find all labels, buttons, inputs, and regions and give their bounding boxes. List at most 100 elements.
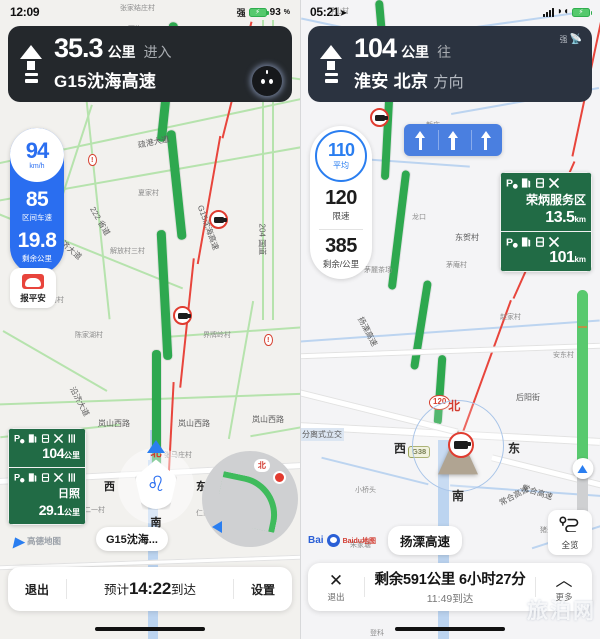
service-sign-2-distance: 101km	[506, 249, 586, 267]
lane-2	[437, 124, 468, 156]
service-sign-2-distance: 29.1公里	[14, 501, 80, 520]
robot-assistant-icon[interactable]	[252, 66, 282, 96]
average-speed-dial: 110 平均	[315, 130, 367, 182]
location-arrow-icon: ➤	[339, 8, 348, 19]
progress-arrow-icon	[577, 464, 588, 473]
left-service-area-signs[interactable]: P 104公里 P 日照 29.1公里	[8, 428, 86, 525]
left-settings-button[interactable]: 设置	[234, 581, 292, 598]
right-speed-widget[interactable]: 110 平均 120 限速 385 剩余/公里	[310, 126, 372, 279]
svg-text:P: P	[506, 236, 513, 248]
remaining-distance-block: 385 剩余/公里	[310, 236, 372, 270]
left-brand-logo: 高德地图	[10, 535, 61, 547]
service-sign-1-unit: 公里	[64, 451, 80, 460]
compass-east: 东	[507, 441, 520, 456]
service-sign-1-value: 104	[42, 445, 64, 461]
left-home-indicator	[95, 627, 205, 631]
right-exit-button[interactable]: ✕ 退出	[308, 572, 364, 603]
left-speed-widget[interactable]: 94 km/h 85 区间车速 19.8 剩余公里	[10, 128, 64, 274]
compass-west: 西	[104, 481, 115, 493]
speed-camera-marker	[370, 108, 389, 127]
compass-west: 西	[394, 441, 407, 456]
battery-percent: 93	[269, 6, 281, 18]
left-nav-distance-unit: 公里	[107, 44, 136, 60]
battery-percent-sign: %	[283, 8, 290, 16]
right-trip-remaining: 剩余591公里 6小时27分	[374, 572, 526, 588]
left-status-bar: 12:09 强 ⚡ 93 %	[0, 0, 300, 24]
dual-screenshot-stage: 张家结庄村 下沟 南大荒 疏港大道 夏家村 解放村三村 222 省道 沿济大道 …	[0, 0, 600, 639]
current-speed-value: 94	[25, 138, 50, 163]
average-speed-value: 110	[327, 140, 355, 160]
service-sign-1[interactable]: P 104公里	[8, 428, 86, 468]
eta-suffix: 到达	[170, 583, 196, 597]
right-phone-screen: 浮山村 新庄 东贺村 铁尖头 三益堂 茅麓茶场 茅庵村 赵家村 龙口 后阳街 安…	[300, 0, 600, 639]
left-eta-display[interactable]: 预计14:22到达	[67, 579, 233, 599]
right-nav-destination-text: 淮安 北京	[354, 72, 429, 91]
service-facility-icons: P	[14, 472, 80, 483]
left-nav-relation: 进入	[143, 44, 172, 60]
left-current-road-chip[interactable]: G15沈海...	[96, 527, 168, 551]
left-route-overview-thumbnail[interactable]: 北	[202, 451, 298, 547]
satellite-icon: 📡	[569, 34, 582, 45]
heading-arrow-icon	[147, 440, 165, 453]
service-sign-2-value: 29.1	[38, 501, 65, 518]
progress-handle[interactable]	[572, 458, 593, 479]
service-sign-1-distance: 104公里	[14, 446, 80, 463]
watermark: 旅泊网	[527, 600, 596, 623]
eta-prefix: 预计	[103, 583, 129, 597]
amap-brand-text: 高德地图	[27, 536, 62, 546]
current-speed-unit: km/h	[29, 163, 45, 170]
vehicle-position-marker: ♌	[135, 459, 177, 510]
left-bottom-bar[interactable]: 退出 预计14:22到达 设置	[8, 567, 292, 611]
close-icon: ✕	[328, 570, 344, 590]
overview-start-marker	[212, 521, 222, 533]
service-sign-2-unit: 公里	[64, 507, 80, 517]
right-status-time: 05:21➤	[310, 5, 348, 19]
eta-time: 14:22	[129, 579, 171, 598]
left-navigation-banner[interactable]: 35.3 公里 进入 G15沈海高速	[8, 26, 292, 102]
section-speed-value: 85	[25, 188, 49, 211]
route-progress-bar[interactable]	[572, 290, 593, 522]
left-compass[interactable]: 北 南 东 西 ♌	[104, 440, 207, 529]
progress-tick	[578, 326, 587, 328]
route-overview-button[interactable]: 全览	[548, 510, 592, 555]
right-nav-distance: 104	[354, 33, 397, 63]
straight-arrow-icon	[320, 44, 342, 83]
right-trip-summary[interactable]: 剩余591公里 6小时27分 11:49到达	[365, 568, 535, 606]
overview-destination-marker	[273, 471, 286, 484]
cellular-signal-icon	[542, 7, 554, 17]
signal-strength-label: 强	[236, 7, 246, 18]
overview-north-label: 北	[253, 459, 270, 472]
speed-camera-marker	[209, 210, 228, 229]
battery-icon: ⚡	[572, 7, 592, 17]
right-service-area-signs[interactable]: P 荣炳服务区 13.5km P 101km	[500, 172, 592, 272]
service-sign-1[interactable]: P 荣炳服务区 13.5km	[500, 172, 592, 232]
route-overview-icon	[559, 516, 579, 533]
route-overview-label: 全览	[561, 540, 579, 550]
section-speed-label: 区间车速	[22, 213, 52, 222]
service-sign-1-value: 13.5	[545, 209, 575, 226]
right-nav-destinations: 淮安 北京 方向	[354, 67, 580, 92]
speed-camera-marker	[173, 306, 192, 325]
service-sign-2[interactable]: P 101km	[500, 231, 592, 272]
svg-text:P: P	[14, 433, 20, 443]
straight-arrow-icon	[20, 44, 42, 83]
wifi-icon: ◗◖	[556, 6, 569, 17]
right-nav-instruction: 104 公里 往 淮安 北京 方向	[354, 35, 580, 92]
remaining-distance-block: 19.8 剩余公里	[10, 230, 64, 264]
remaining-distance-value: 19.8	[17, 229, 57, 252]
service-facility-icons: P	[506, 177, 586, 189]
baidu-brand-text: Baidu地图	[342, 537, 377, 545]
current-speed-dial: 94 km/h	[10, 128, 64, 182]
remaining-distance-value: 385	[325, 235, 357, 257]
report-safe-button[interactable]: 报平安	[10, 268, 56, 308]
average-speed-label: 平均	[333, 161, 349, 170]
signal-strength-label: 强	[559, 35, 568, 44]
service-facility-icons: P	[14, 433, 80, 444]
left-exit-button[interactable]: 退出	[8, 581, 66, 598]
right-navigation-banner[interactable]: 104 公里 往 淮安 北京 方向 强 📡	[308, 26, 592, 102]
lane-3-recommended	[470, 124, 501, 156]
service-sign-2[interactable]: P 日照 29.1公里	[8, 467, 86, 525]
right-current-road-chip[interactable]: 扬溧高速	[388, 526, 463, 555]
right-trip-arrival: 11:49到达	[426, 593, 474, 605]
service-facility-icons: P	[506, 236, 586, 248]
